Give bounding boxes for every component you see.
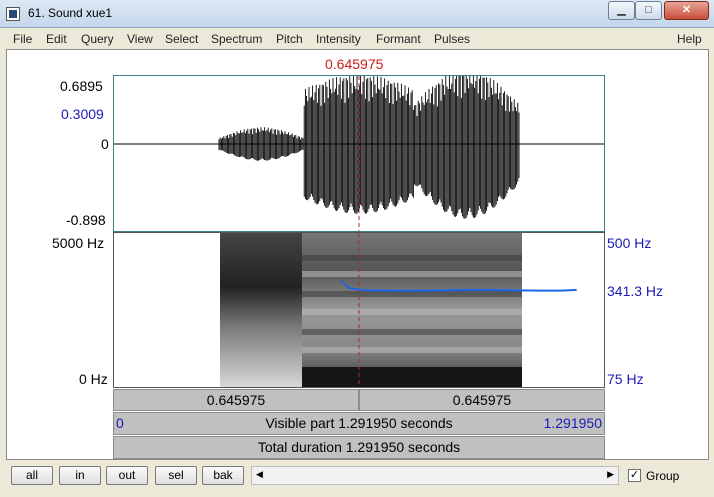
waveform-path xyxy=(218,69,520,219)
zoom-all-button[interactable]: all xyxy=(11,466,53,485)
waveform-cursor-value: 0.3009 xyxy=(61,106,104,122)
waveform-panel[interactable] xyxy=(113,69,605,232)
spectrogram-harmonic-band xyxy=(302,347,522,353)
spectrogram-harmonic-band xyxy=(302,271,522,277)
group-checkbox[interactable]: ✓ xyxy=(628,469,641,482)
visible-part-label: Visible part 1.291950 seconds xyxy=(265,415,453,431)
spectrogram-harmonic-band xyxy=(302,309,522,315)
total-duration-label: Total duration 1.291950 seconds xyxy=(257,439,461,455)
menu-help[interactable]: Help xyxy=(677,32,702,46)
minimize-button[interactable]: ▁ xyxy=(608,1,635,20)
spectrogram-svg xyxy=(220,233,577,387)
waveform-trace xyxy=(218,69,520,219)
time-segment-right[interactable]: 0.645975 xyxy=(359,389,605,411)
checkmark-icon: ✓ xyxy=(629,469,640,481)
spectrogram-top-freq: 5000 Hz xyxy=(52,235,105,251)
menu-formant[interactable]: Formant xyxy=(376,32,421,46)
menu-pulses[interactable]: Pulses xyxy=(434,32,470,46)
menu-select[interactable]: Select xyxy=(165,32,198,46)
group-checkbox-label: Group xyxy=(646,469,680,483)
menu-edit[interactable]: Edit xyxy=(46,32,67,46)
close-button[interactable]: ✕ xyxy=(664,1,709,20)
maximize-button[interactable]: □ xyxy=(635,1,662,20)
bottom-toolbar: all in out sel bak ◀ ▶ ✓ Group xyxy=(0,460,714,497)
zoom-out-button[interactable]: out xyxy=(106,466,148,485)
waveform-max-label: 0.6895 xyxy=(60,78,103,94)
scroll-right-icon[interactable]: ▶ xyxy=(607,469,614,480)
zoom-back-button[interactable]: bak xyxy=(202,466,244,485)
waveform-min-label: -0.898 xyxy=(66,212,106,228)
spectrogram-harmonic-band xyxy=(302,255,522,261)
spectrogram-harmonic-band xyxy=(302,291,522,297)
menu-pitch[interactable]: Pitch xyxy=(276,32,303,46)
app-icon[interactable] xyxy=(6,7,20,21)
waveform-svg xyxy=(114,69,604,231)
pitch-top-label: 500 Hz xyxy=(607,235,652,251)
visible-end-label: 1.291950 xyxy=(543,415,602,431)
menu-intensity[interactable]: Intensity xyxy=(316,32,361,46)
time-segment-left-label: 0.645975 xyxy=(206,392,266,408)
menu-query[interactable]: Query xyxy=(81,32,114,46)
zoom-in-button[interactable]: in xyxy=(59,466,101,485)
total-duration-bar[interactable]: Total duration 1.291950 seconds xyxy=(113,436,605,459)
pitch-bottom-label: 75 Hz xyxy=(607,371,644,387)
spectrogram-bottom-freq: 0 Hz xyxy=(79,371,108,387)
spectrogram-fricative-region xyxy=(220,233,304,387)
menu-spectrum[interactable]: Spectrum xyxy=(211,32,262,46)
title-bar: 61. Sound xue1 ▁ □ ✕ xyxy=(0,0,714,28)
scroll-left-icon[interactable]: ◀ xyxy=(256,469,263,480)
spectrogram-panel[interactable] xyxy=(113,232,605,388)
spectrogram-harmonic-band xyxy=(302,329,522,335)
cursor-time-label: 0.645975 xyxy=(325,56,384,72)
menu-view[interactable]: View xyxy=(127,32,153,46)
time-segment-left[interactable]: 0.645975 xyxy=(113,389,359,411)
visible-part-bar[interactable]: 0 Visible part 1.291950 seconds 1.291950 xyxy=(113,412,605,435)
horizontal-scrollbar[interactable]: ◀ ▶ xyxy=(251,466,619,485)
visible-start-label: 0 xyxy=(116,415,124,431)
menu-bar: File Edit Query View Select Spectrum Pit… xyxy=(0,29,714,49)
pitch-current-label: 341.3 Hz xyxy=(607,283,664,299)
spectrogram-f0-band xyxy=(302,367,522,387)
waveform-zero-label: 0 xyxy=(101,136,109,152)
time-segment-right-label: 0.645975 xyxy=(452,392,512,408)
menu-file[interactable]: File xyxy=(13,32,32,46)
window-title: 61. Sound xue1 xyxy=(28,6,113,20)
zoom-sel-button[interactable]: sel xyxy=(155,466,197,485)
